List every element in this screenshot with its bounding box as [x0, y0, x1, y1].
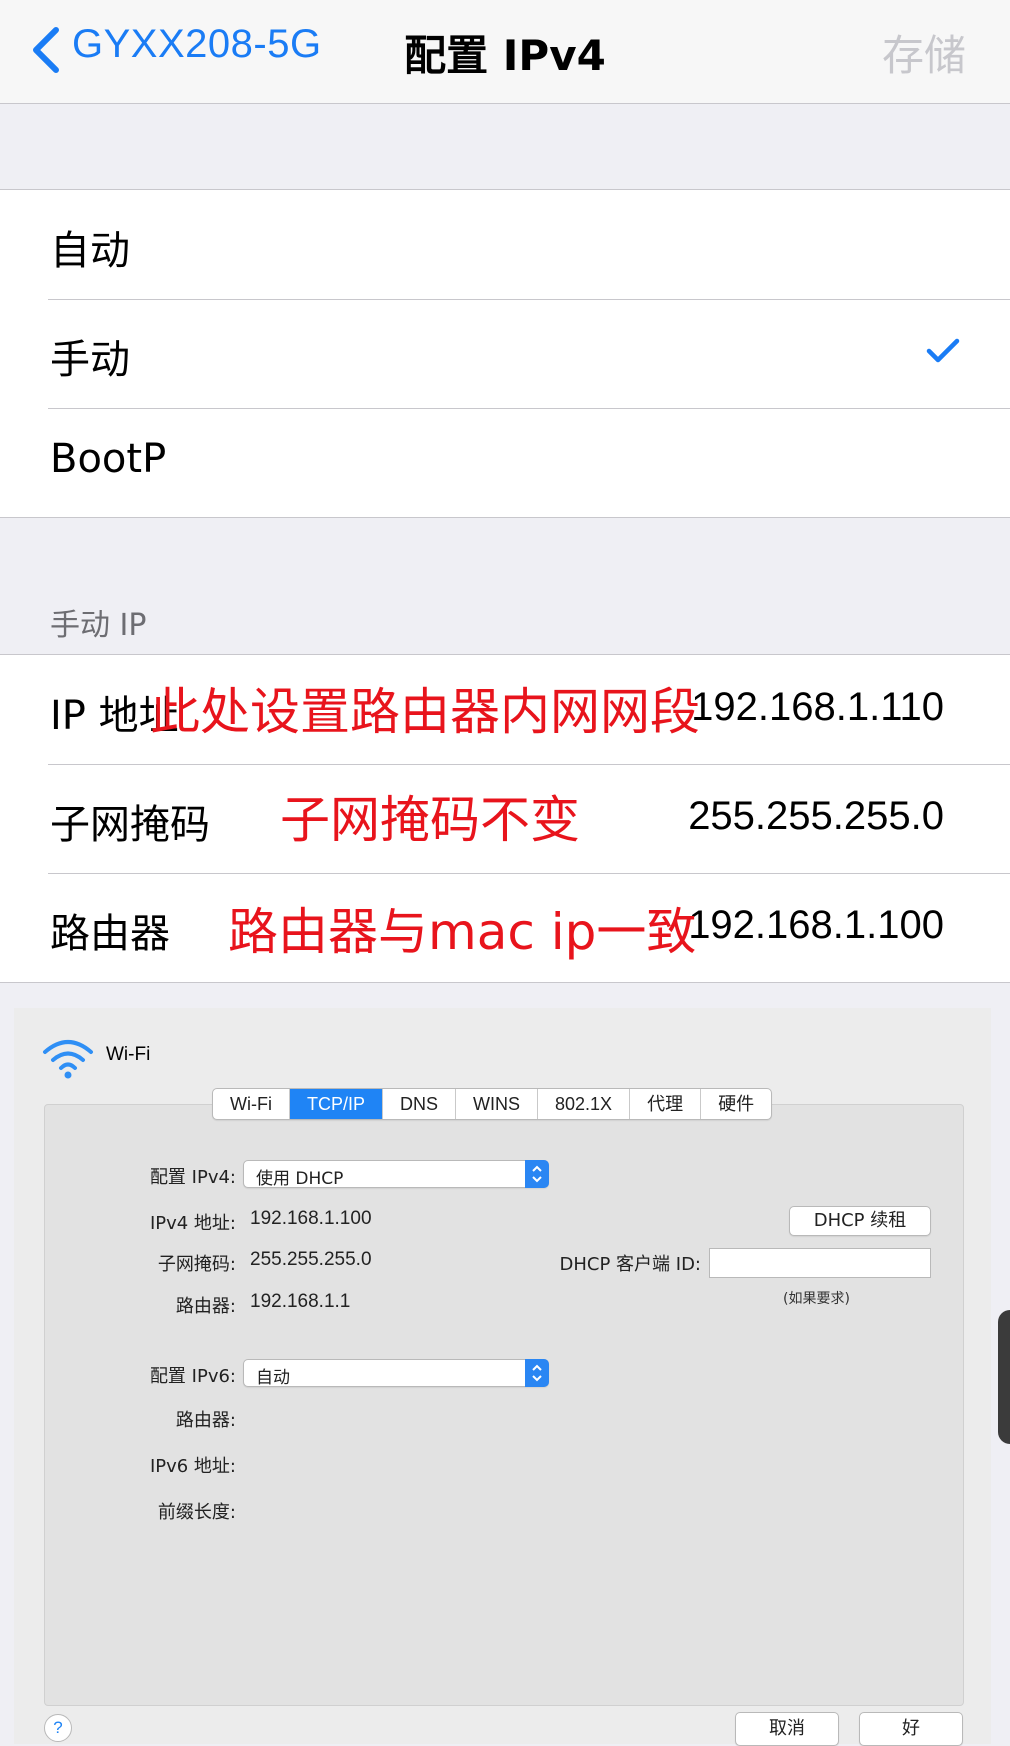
- mac-network-panel: Wi-Fi Wi-Fi TCP/IP DNS WINS 802.1X 代理 硬件…: [14, 1008, 991, 1746]
- dhcp-client-id-label: DHCP 客户端 ID:: [559, 1254, 702, 1275]
- annotation-ip: 此处设置路由器内网网段: [150, 683, 700, 741]
- help-button[interactable]: ?: [44, 1714, 72, 1742]
- dhcp-client-id-hint: (如果要求): [783, 1291, 850, 1307]
- scroll-handle[interactable]: [998, 1310, 1010, 1444]
- wifi-icon: [43, 1040, 93, 1079]
- router-label: 路由器: [50, 911, 170, 957]
- ipv4-address-value: 192.168.1.100: [250, 1208, 372, 1229]
- option-manual[interactable]: 手动: [0, 299, 1010, 408]
- page-title-text: 配置 IPv4: [404, 31, 606, 80]
- config-ipv6-value: 自动: [256, 1368, 290, 1388]
- router-value: 192.168.1.1: [250, 1291, 351, 1312]
- subnet-mask-label: 子网掩码:: [157, 1254, 236, 1275]
- ok-button[interactable]: 好: [859, 1712, 963, 1746]
- prefix-length-label: 前缀长度:: [157, 1502, 236, 1523]
- config-ipv4-value: 使用 DHCP: [256, 1169, 344, 1189]
- config-ipv4-select[interactable]: 使用 DHCP: [243, 1160, 549, 1189]
- tab-dns[interactable]: DNS: [383, 1089, 457, 1119]
- option-label: 自动: [50, 228, 130, 274]
- navigation-bar: GYXX208-5G 配置 IPv4 存储: [0, 0, 1010, 104]
- tab-proxy[interactable]: 代理: [630, 1089, 702, 1119]
- tab-8021x[interactable]: 802.1X: [538, 1089, 631, 1119]
- tab-wifi[interactable]: Wi-Fi: [213, 1089, 290, 1119]
- page-title: 配置 IPv4: [0, 22, 1010, 83]
- checkmark-icon: [926, 338, 960, 363]
- router-value[interactable]: 192.168.1.100: [688, 903, 944, 948]
- option-bootp[interactable]: BootP: [0, 408, 1010, 517]
- updown-arrows-icon: [525, 1160, 549, 1188]
- tab-bar: Wi-Fi TCP/IP DNS WINS 802.1X 代理 硬件: [212, 1088, 773, 1120]
- subnet-mask-value: 255.255.255.0: [250, 1249, 372, 1270]
- tab-wins[interactable]: WINS: [456, 1089, 539, 1119]
- subnet-mask-label: 子网掩码: [50, 802, 210, 848]
- ip-address-value[interactable]: 192.168.1.110: [691, 685, 944, 730]
- ipv6-address-label: IPv6 地址:: [149, 1456, 236, 1477]
- option-label: 手动: [50, 337, 130, 383]
- dhcp-renew-button[interactable]: DHCP 续租: [789, 1206, 931, 1236]
- save-button[interactable]: 存储: [882, 22, 966, 83]
- tab-tcpip[interactable]: TCP/IP: [289, 1089, 383, 1119]
- config-ipv4-label: 配置 IPv4:: [149, 1167, 236, 1188]
- ipv6-router-label: 路由器:: [175, 1410, 236, 1431]
- ipv4-address-label: IPv4 地址:: [149, 1213, 236, 1234]
- updown-arrows-icon: [525, 1359, 549, 1387]
- annotation-router: 路由器与mac ip一致: [228, 903, 697, 961]
- window-title: Wi-Fi: [106, 1044, 151, 1065]
- config-ipv6-select[interactable]: 自动: [243, 1359, 549, 1388]
- router-label: 路由器:: [175, 1296, 236, 1317]
- tab-hardware[interactable]: 硬件: [701, 1089, 771, 1119]
- manual-ip-header: 手动 IP: [50, 608, 147, 643]
- dhcp-client-id-input[interactable]: [709, 1248, 931, 1278]
- annotation-subnet: 子网掩码不变: [280, 791, 580, 849]
- cancel-button[interactable]: 取消: [735, 1712, 839, 1746]
- settings-box: [44, 1104, 964, 1706]
- option-label: BootP: [50, 436, 167, 482]
- config-ipv6-label: 配置 IPv6:: [149, 1366, 236, 1387]
- config-options-group: 自动 手动 BootP: [0, 189, 1010, 518]
- option-auto[interactable]: 自动: [0, 190, 1010, 299]
- subnet-mask-value[interactable]: 255.255.255.0: [688, 794, 944, 839]
